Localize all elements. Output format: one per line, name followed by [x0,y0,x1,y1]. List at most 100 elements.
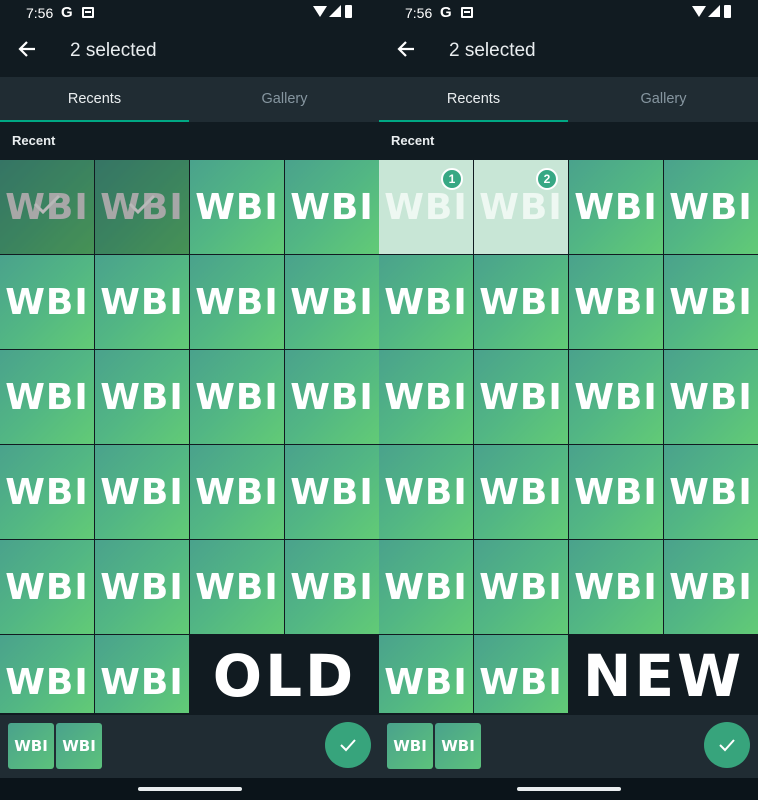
tile-logo: WBI [5,567,89,608]
media-tile[interactable]: WBI [95,255,189,349]
home-handle[interactable] [138,787,242,791]
media-tile[interactable]: WBI [190,255,284,349]
media-tile[interactable]: WBI [569,160,663,254]
media-tile[interactable]: WBI [569,350,663,444]
tab-gallery[interactable]: Gallery [190,77,379,122]
media-tile[interactable]: WBI [664,445,758,539]
media-tile[interactable]: WBI [474,445,568,539]
media-tile[interactable]: WBI [0,445,94,539]
media-tile[interactable]: WBI [0,255,94,349]
panel-new: 7:56 G 2 selected Recents Gallery Recent… [379,0,758,800]
media-tile[interactable]: WBI [95,160,189,254]
tile-logo: WBI [669,187,753,228]
media-tile[interactable]: WBI [95,350,189,444]
tile-logo: WBI [669,282,753,323]
media-tile[interactable]: WBI [190,445,284,539]
selected-thumbnail[interactable]: WBI [387,723,433,769]
tile-logo: WBI [384,187,468,228]
tab-bar: Recents Gallery [379,77,758,122]
tile-logo: WBI [100,567,184,608]
check-icon [128,194,156,214]
tile-logo: WBI [479,377,563,418]
thumbnail-logo: WBI [62,737,96,755]
media-tile[interactable]: WBI [285,445,379,539]
thumbnail-logo: WBI [14,737,48,755]
tile-logo: WBI [669,377,753,418]
media-tile[interactable]: WBI [285,350,379,444]
tile-logo: WBI [290,282,374,323]
tile-logo: WBI [195,187,279,228]
tab-bar: Recents Gallery [0,77,379,122]
media-tile[interactable]: WBI [664,540,758,634]
media-tile[interactable]: WBI 2 [474,160,568,254]
navigation-bar [0,778,379,800]
tile-logo: WBI [195,567,279,608]
selection-bar: WBI WBI [379,715,758,778]
selection-bar: WBI WBI [0,715,379,778]
tile-logo: WBI [5,472,89,513]
media-tile[interactable]: WBI 1 [379,160,473,254]
media-tile[interactable]: WBI [379,350,473,444]
tab-recents[interactable]: Recents [379,77,568,122]
tile-logo: WBI [669,472,753,513]
tile-logo: WBI [290,567,374,608]
media-tile[interactable]: WBI [569,540,663,634]
media-tile[interactable]: WBI [664,160,758,254]
wifi-icon [692,6,706,17]
media-tile[interactable]: WBI [190,540,284,634]
status-time: 7:56 [26,5,54,21]
media-tile[interactable]: WBI [379,540,473,634]
media-tile[interactable]: WBI [285,255,379,349]
selected-thumbnail[interactable]: WBI [435,723,481,769]
signal-icon [708,5,720,17]
tile-logo: WBI [479,187,563,228]
tab-gallery[interactable]: Gallery [569,77,758,122]
send-button[interactable] [325,722,371,768]
page-title: 2 selected [449,40,536,61]
app-bar: 2 selected [379,26,758,77]
media-tile[interactable]: WBI [285,540,379,634]
media-tile[interactable]: WBI [95,445,189,539]
media-tile[interactable]: WBI [95,540,189,634]
tile-logo: WBI [290,377,374,418]
media-tile[interactable]: WBI [285,160,379,254]
tile-logo: WBI [5,377,89,418]
selection-number-badge: 1 [441,168,463,190]
media-tile[interactable]: WBI [474,350,568,444]
media-tile[interactable]: WBI [0,540,94,634]
media-tile[interactable]: WBI [190,350,284,444]
version-tag: OLD [190,637,379,715]
selected-thumbnail[interactable]: WBI [8,723,54,769]
tile-logo: WBI [574,377,658,418]
media-tile[interactable]: WBI [664,350,758,444]
media-tile[interactable]: WBI [0,635,94,713]
home-handle[interactable] [517,787,621,791]
media-tile[interactable]: WBI [664,255,758,349]
app-bar: 2 selected [0,26,379,77]
media-tile[interactable]: WBI [379,445,473,539]
selected-thumbnail[interactable]: WBI [56,723,102,769]
tile-logo: WBI [479,472,563,513]
check-icon [340,739,356,752]
media-tile[interactable]: WBI [379,255,473,349]
media-tile[interactable]: WBI [569,445,663,539]
media-tile[interactable]: WBI [474,540,568,634]
tile-logo: WBI [669,567,753,608]
signal-icon [329,5,341,17]
media-tile[interactable]: WBI [474,255,568,349]
media-tile[interactable]: WBI [0,350,94,444]
tile-logo: WBI [195,377,279,418]
media-tile[interactable]: WBI [95,635,189,713]
arrow-left-icon[interactable] [395,38,417,60]
media-tile[interactable]: WBI [474,635,568,713]
media-tile[interactable]: WBI [379,635,473,713]
send-button[interactable] [704,722,750,768]
tile-logo: WBI [100,662,184,703]
tab-recents[interactable]: Recents [0,77,189,122]
media-tile[interactable]: WBI [569,255,663,349]
arrow-left-icon[interactable] [16,38,38,60]
tile-logo: WBI [574,472,658,513]
media-tile[interactable]: WBI [0,160,94,254]
check-icon [33,194,61,214]
media-tile[interactable]: WBI [190,160,284,254]
